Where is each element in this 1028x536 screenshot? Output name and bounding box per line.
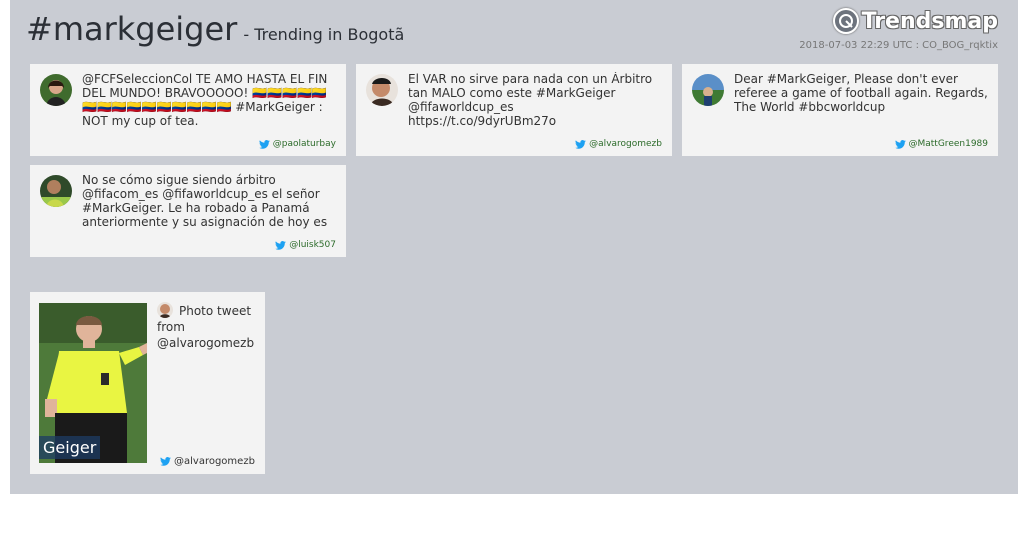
tweet-author[interactable]: @MattGreen1989 [894,139,989,149]
brand-name: Trendsmap [861,8,998,34]
twitter-bird-icon [894,139,906,149]
avatar[interactable] [692,74,724,106]
photo-caption: Photo tweet from @alvarogomezb [157,302,261,351]
twitter-bird-icon [575,139,587,149]
avatar[interactable] [40,74,72,106]
avatar[interactable] [40,175,72,207]
tweet-card[interactable]: No se cómo sigue siendo árbitro @fifacom… [30,165,346,257]
tweet-author-handle: @paolaturbay [272,139,336,149]
twitter-bird-icon [160,457,171,466]
timestamp-meta: 2018-07-03 22:29 UTC : CO_BOG_rqktix [799,40,998,51]
tweet-text: No se cómo sigue siendo árbitro @fifacom… [82,173,328,229]
tweet-card[interactable]: Dear #MarkGeiger, Please don't ever refe… [682,64,998,156]
tweet-author-handle: @alvarogomezb [589,139,662,149]
avatar[interactable] [366,74,398,106]
photo-tweet-author[interactable]: @alvarogomezb [160,456,255,467]
tweet-author[interactable]: @luisk507 [275,240,336,250]
photo-overlay-label: Geiger [39,436,101,459]
tweet-author[interactable]: @paolaturbay [258,139,336,149]
trendsmap-logo[interactable]: Trendsmap [832,8,998,34]
hashtag-title[interactable]: #markgeiger [26,10,237,48]
trend-panel: #markgeiger - Trending in Bogotã Trendsm… [10,0,1018,494]
tweet-text: @FCFSeleccionCol TE AMO HASTA EL FIN DEL… [82,72,328,128]
referee-photo[interactable]: Geiger [39,303,147,463]
photo-tweet-card[interactable]: Geiger Photo tweet from @alvarogomezb @a… [30,292,265,474]
tweet-card[interactable]: El VAR no sirve para nada con un Árbitro… [356,64,672,156]
avatar[interactable] [157,302,173,318]
tweet-author-handle: @luisk507 [289,240,336,250]
trendsmap-globe-icon [832,8,859,34]
tweet-author[interactable]: @alvarogomezb [575,139,662,149]
photo-tweet-author-handle: @alvarogomezb [174,456,255,467]
trending-location: - Trending in Bogotã [243,25,405,44]
twitter-bird-icon [258,139,270,149]
page-title: #markgeiger - Trending in Bogotã [26,10,404,48]
tweet-text: Dear #MarkGeiger, Please don't ever refe… [734,72,988,114]
tweet-text: El VAR no sirve para nada con un Árbitro… [408,72,653,128]
tweet-card[interactable]: @FCFSeleccionCol TE AMO HASTA EL FIN DEL… [30,64,346,156]
twitter-bird-icon [275,240,287,250]
tweet-author-handle: @MattGreen1989 [908,139,989,149]
